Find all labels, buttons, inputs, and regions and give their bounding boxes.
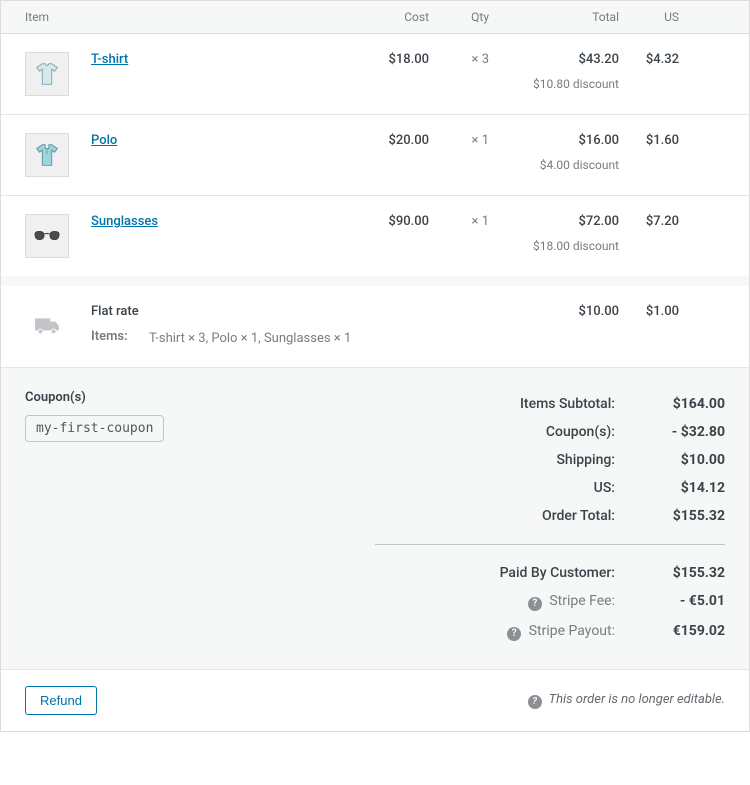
tax-total-label: US: <box>375 480 615 496</box>
order-actions-footer: Refund ? This order is no longer editabl… <box>1 670 749 731</box>
coupon-total-label: Coupon(s): <box>375 424 615 440</box>
sunglasses-icon <box>32 221 62 251</box>
stripe-fee-label: ? Stripe Fee: <box>375 593 615 611</box>
item-discount: $4.00 discount <box>489 158 619 172</box>
totals-divider <box>375 544 725 545</box>
item-qty: × 1 <box>429 133 489 148</box>
item-tax: $1.60 <box>619 133 679 148</box>
col-header-tax: US <box>619 10 679 24</box>
tshirt-icon <box>32 59 62 89</box>
refund-button[interactable]: Refund <box>25 686 97 715</box>
shipping-total-value: $10.00 <box>615 452 725 468</box>
item-discount: $10.80 discount <box>489 77 619 91</box>
shipping-items-text: T-shirt × 3, Polo × 1, Sunglasses × 1 <box>149 329 351 349</box>
table-row: Sunglasses $90.00 × 1 $72.00 $18.00 disc… <box>1 196 749 276</box>
product-link[interactable]: T-shirt <box>91 52 128 67</box>
paid-value: $155.32 <box>615 565 725 581</box>
col-header-item: Item <box>25 10 359 24</box>
totals-table: Items Subtotal: $164.00 Coupon(s): - $32… <box>375 390 725 647</box>
order-total-value: $155.32 <box>615 508 725 524</box>
stripe-payout-label: ? Stripe Payout: <box>375 623 615 641</box>
table-row: T-shirt $18.00 × 3 $43.20 $10.80 discoun… <box>1 34 749 115</box>
item-total: $16.00 $4.00 discount <box>489 133 619 172</box>
table-row: Polo $20.00 × 1 $16.00 $4.00 discount $1… <box>1 115 749 196</box>
shipping-total-label: Shipping: <box>375 452 615 468</box>
coupon-tag[interactable]: my-first-coupon <box>25 415 164 442</box>
polo-icon <box>32 140 62 170</box>
stripe-fee-value: - €5.01 <box>615 593 725 611</box>
shipping-section: Flat rate Items: T-shirt × 3, Polo × 1, … <box>1 276 749 368</box>
item-total: $43.20 $10.80 discount <box>489 52 619 91</box>
product-thumbnail[interactable] <box>25 52 69 96</box>
totals-section: Coupon(s) my-first-coupon Items Subtotal… <box>1 368 749 670</box>
col-header-qty: Qty <box>429 10 489 24</box>
product-link[interactable]: Polo <box>91 133 117 148</box>
order-lock-note: ? This order is no longer editable. <box>528 692 725 709</box>
product-link[interactable]: Sunglasses <box>91 214 158 229</box>
item-discount: $18.00 discount <box>489 239 619 253</box>
shipping-method-name: Flat rate <box>91 304 489 319</box>
shipping-tax: $1.00 <box>619 304 679 319</box>
help-icon[interactable]: ? <box>528 695 542 709</box>
subtotal-value: $164.00 <box>615 396 725 412</box>
item-cost: $90.00 <box>359 214 429 229</box>
item-tax: $7.20 <box>619 214 679 229</box>
shipping-total: $10.00 <box>489 304 619 319</box>
tax-total-value: $14.12 <box>615 480 725 496</box>
product-thumbnail[interactable] <box>25 214 69 258</box>
coupons-title: Coupon(s) <box>25 390 375 405</box>
item-tax: $4.32 <box>619 52 679 67</box>
product-thumbnail[interactable] <box>25 133 69 177</box>
paid-label: Paid By Customer: <box>375 565 615 581</box>
col-header-cost: Cost <box>359 10 429 24</box>
stripe-payout-value: €159.02 <box>615 623 725 641</box>
order-total-label: Order Total: <box>375 508 615 524</box>
col-header-total: Total <box>489 10 619 24</box>
coupon-total-value: - $32.80 <box>615 424 725 440</box>
help-icon[interactable]: ? <box>507 627 521 641</box>
item-qty: × 1 <box>429 214 489 229</box>
subtotal-label: Items Subtotal: <box>375 396 615 412</box>
order-items-panel: Item Cost Qty Total US T-shirt $18.00 × … <box>0 0 750 732</box>
item-cost: $18.00 <box>359 52 429 67</box>
truck-icon <box>25 304 69 348</box>
help-icon[interactable]: ? <box>528 597 542 611</box>
shipping-items-label: Items: <box>91 329 149 349</box>
item-total: $72.00 $18.00 discount <box>489 214 619 253</box>
items-list: T-shirt $18.00 × 3 $43.20 $10.80 discoun… <box>1 34 749 276</box>
item-qty: × 3 <box>429 52 489 67</box>
item-cost: $20.00 <box>359 133 429 148</box>
items-table-header: Item Cost Qty Total US <box>1 1 749 34</box>
